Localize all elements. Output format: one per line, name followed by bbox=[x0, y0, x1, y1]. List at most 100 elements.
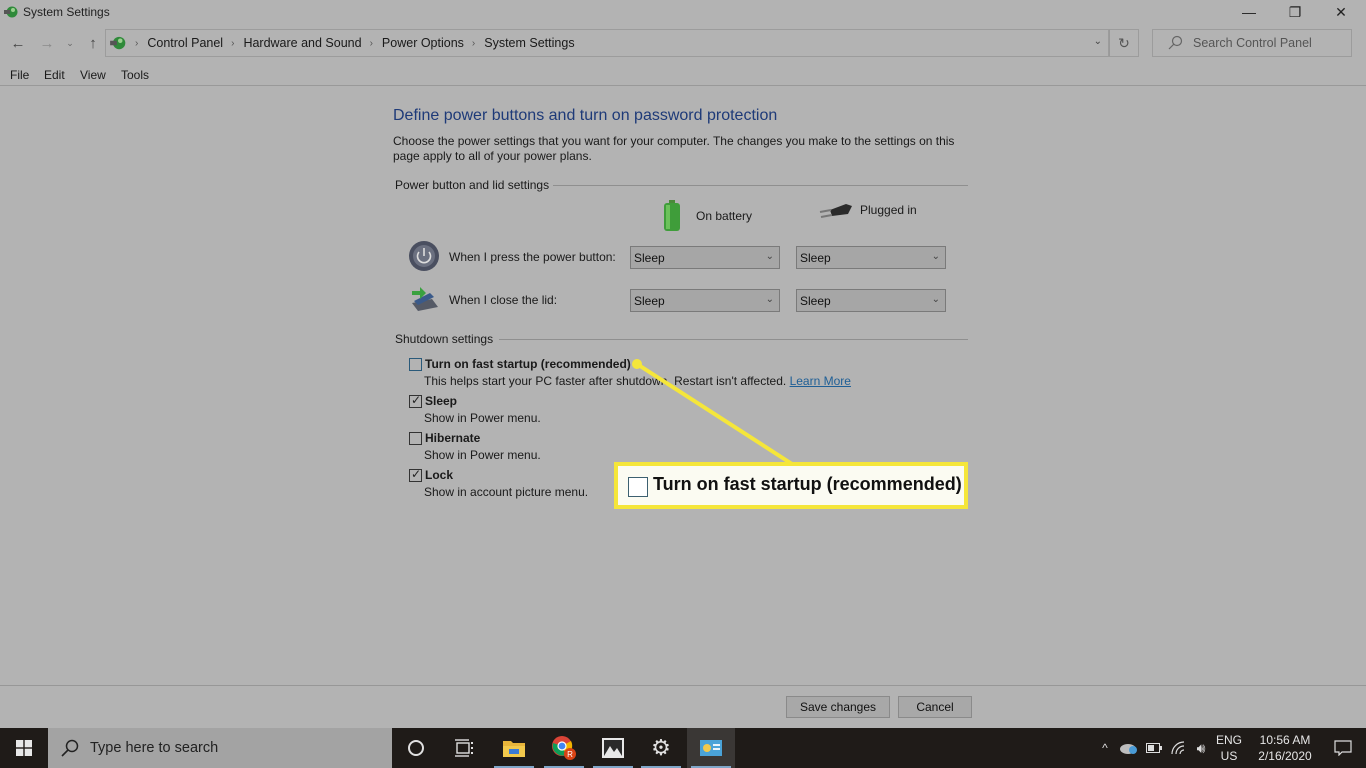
sleep-description: Show in Power menu. bbox=[424, 411, 541, 425]
page-description: Choose the power settings that you want … bbox=[393, 134, 955, 163]
chevron-down-icon: ⌄ bbox=[765, 294, 774, 305]
sleep-checkbox[interactable]: ✓ bbox=[409, 393, 422, 408]
sleep-label[interactable]: Sleep bbox=[425, 394, 457, 408]
volume-tray-button[interactable]: 🔊︎ bbox=[1190, 728, 1212, 768]
time: 10:56 AM bbox=[1259, 733, 1311, 747]
control-panel-icon bbox=[4, 6, 18, 18]
search-icon bbox=[1168, 35, 1183, 50]
selected-value: Sleep bbox=[800, 251, 831, 265]
chevron-right-icon[interactable]: › bbox=[231, 38, 234, 49]
chevron-up-icon: ^ bbox=[1102, 741, 1108, 755]
close-lid-battery-select[interactable]: Sleep ⌄ bbox=[630, 289, 780, 312]
power-group-label: Power button and lid settings bbox=[395, 178, 550, 192]
column-plugged-in: Plugged in bbox=[818, 200, 917, 220]
forward-button[interactable]: → bbox=[37, 33, 57, 53]
hibernate-checkbox[interactable] bbox=[409, 432, 422, 445]
task-view-button[interactable] bbox=[440, 728, 488, 768]
menu-bar: File Edit View Tools bbox=[0, 64, 1366, 86]
action-center-button[interactable] bbox=[1320, 728, 1366, 768]
breadcrumb-system-settings[interactable]: System Settings bbox=[484, 36, 574, 50]
back-button[interactable]: ← bbox=[8, 33, 28, 53]
chevron-right-icon[interactable]: › bbox=[472, 38, 475, 49]
notification-icon bbox=[1334, 740, 1352, 756]
date: 2/16/2020 bbox=[1258, 749, 1312, 763]
folder-icon bbox=[503, 741, 525, 757]
laptop-lid-icon bbox=[412, 287, 438, 311]
start-button[interactable] bbox=[0, 728, 48, 768]
power-button-label: When I press the power button: bbox=[449, 250, 616, 264]
battery-tray-button[interactable] bbox=[1144, 728, 1164, 768]
column-on-battery: On battery bbox=[663, 200, 752, 232]
wifi-icon bbox=[1171, 741, 1185, 755]
chevron-down-icon: ⌄ bbox=[931, 251, 940, 262]
cloud-sync-icon bbox=[1120, 744, 1137, 754]
lock-label[interactable]: Lock bbox=[425, 468, 453, 482]
menu-edit[interactable]: Edit bbox=[44, 68, 65, 82]
hibernate-description: Show in Power menu. bbox=[424, 448, 541, 462]
taskbar-search-input[interactable]: Type here to search bbox=[48, 728, 392, 768]
language-code: ENG bbox=[1215, 733, 1242, 747]
chevron-down-icon: ⌄ bbox=[66, 37, 74, 48]
chrome-button[interactable]: R bbox=[540, 728, 588, 768]
lock-description: Show in account picture menu. bbox=[424, 485, 589, 499]
breadcrumb-control-panel[interactable]: Control Panel bbox=[147, 36, 223, 50]
up-button[interactable]: ↑ bbox=[83, 33, 103, 53]
task-view-icon bbox=[455, 739, 473, 757]
navigation-bar: ← → ⌄ ↑ › Control Panel › Hardware and S… bbox=[0, 28, 1366, 58]
breadcrumb-hardware-and-sound[interactable]: Hardware and Sound bbox=[243, 36, 361, 50]
search-placeholder: Search Control Panel bbox=[1193, 36, 1312, 50]
learn-more-link[interactable]: Learn More bbox=[790, 374, 851, 388]
plugged-in-label: Plugged in bbox=[860, 203, 917, 217]
power-button-battery-select[interactable]: Sleep ⌄ bbox=[630, 246, 780, 269]
menu-view[interactable]: View bbox=[80, 68, 106, 82]
shutdown-group-label: Shutdown settings bbox=[395, 332, 494, 346]
checkmark-icon: ✓ bbox=[411, 467, 422, 481]
minimize-button[interactable]: — bbox=[1226, 0, 1272, 24]
callout-checkbox bbox=[628, 477, 648, 497]
fast-startup-checkbox[interactable] bbox=[409, 358, 422, 371]
minimize-icon: — bbox=[1242, 4, 1256, 20]
settings-button[interactable]: ⚙ bbox=[637, 728, 685, 768]
maximize-button[interactable]: ❐ bbox=[1272, 0, 1318, 24]
close-lid-plugged-select[interactable]: Sleep ⌄ bbox=[796, 289, 946, 312]
on-battery-label: On battery bbox=[696, 209, 753, 223]
refresh-icon: ↻ bbox=[1118, 34, 1130, 51]
gear-icon: ⚙ bbox=[651, 735, 671, 760]
callout-dot bbox=[632, 359, 642, 369]
menu-tools[interactable]: Tools bbox=[121, 68, 149, 82]
hibernate-label[interactable]: Hibernate bbox=[425, 431, 480, 445]
cortana-button[interactable] bbox=[392, 728, 440, 768]
save-changes-button[interactable]: Save changes bbox=[786, 696, 890, 718]
refresh-button[interactable]: ↻ bbox=[1109, 29, 1139, 57]
menu-file[interactable]: File bbox=[10, 68, 29, 82]
photos-button[interactable] bbox=[589, 728, 637, 768]
file-explorer-button[interactable] bbox=[490, 728, 538, 768]
arrow-up-icon: ↑ bbox=[89, 34, 97, 52]
battery-icon bbox=[664, 200, 680, 231]
arrow-left-icon: ← bbox=[10, 34, 26, 52]
fast-startup-label[interactable]: Turn on fast startup (recommended) bbox=[425, 357, 631, 371]
clock[interactable]: 10:56 AM 2/16/2020 bbox=[1250, 732, 1320, 764]
speaker-icon: 🔊︎ bbox=[1196, 739, 1206, 756]
power-button-plugged-select[interactable]: Sleep ⌄ bbox=[796, 246, 946, 269]
restore-icon: ❐ bbox=[1288, 3, 1302, 20]
breadcrumb-power-options[interactable]: Power Options bbox=[382, 36, 464, 50]
chevron-right-icon[interactable]: › bbox=[370, 38, 373, 49]
show-hidden-icons-button[interactable]: ^ bbox=[1096, 728, 1114, 768]
search-input[interactable]: Search Control Panel bbox=[1152, 29, 1352, 57]
onedrive-tray-button[interactable] bbox=[1118, 728, 1140, 768]
network-tray-button[interactable] bbox=[1168, 728, 1188, 768]
cancel-button[interactable]: Cancel bbox=[898, 696, 972, 718]
control-panel-taskbar-button[interactable] bbox=[687, 728, 735, 768]
selected-value: Sleep bbox=[634, 251, 665, 265]
lock-checkbox[interactable]: ✓ bbox=[409, 467, 422, 482]
recent-locations-button[interactable]: ⌄ bbox=[62, 33, 78, 53]
language-indicator[interactable]: ENG US bbox=[1212, 732, 1246, 764]
address-history-dropdown[interactable]: ⌄ bbox=[1094, 36, 1102, 47]
photos-icon bbox=[602, 738, 624, 758]
page-title: Define power buttons and turn on passwor… bbox=[393, 107, 778, 124]
region-code: US bbox=[1220, 749, 1238, 763]
chevron-right-icon: › bbox=[135, 37, 139, 49]
close-button[interactable]: ✕ bbox=[1318, 0, 1364, 24]
address-bar[interactable]: › Control Panel › Hardware and Sound › P… bbox=[105, 29, 1109, 57]
